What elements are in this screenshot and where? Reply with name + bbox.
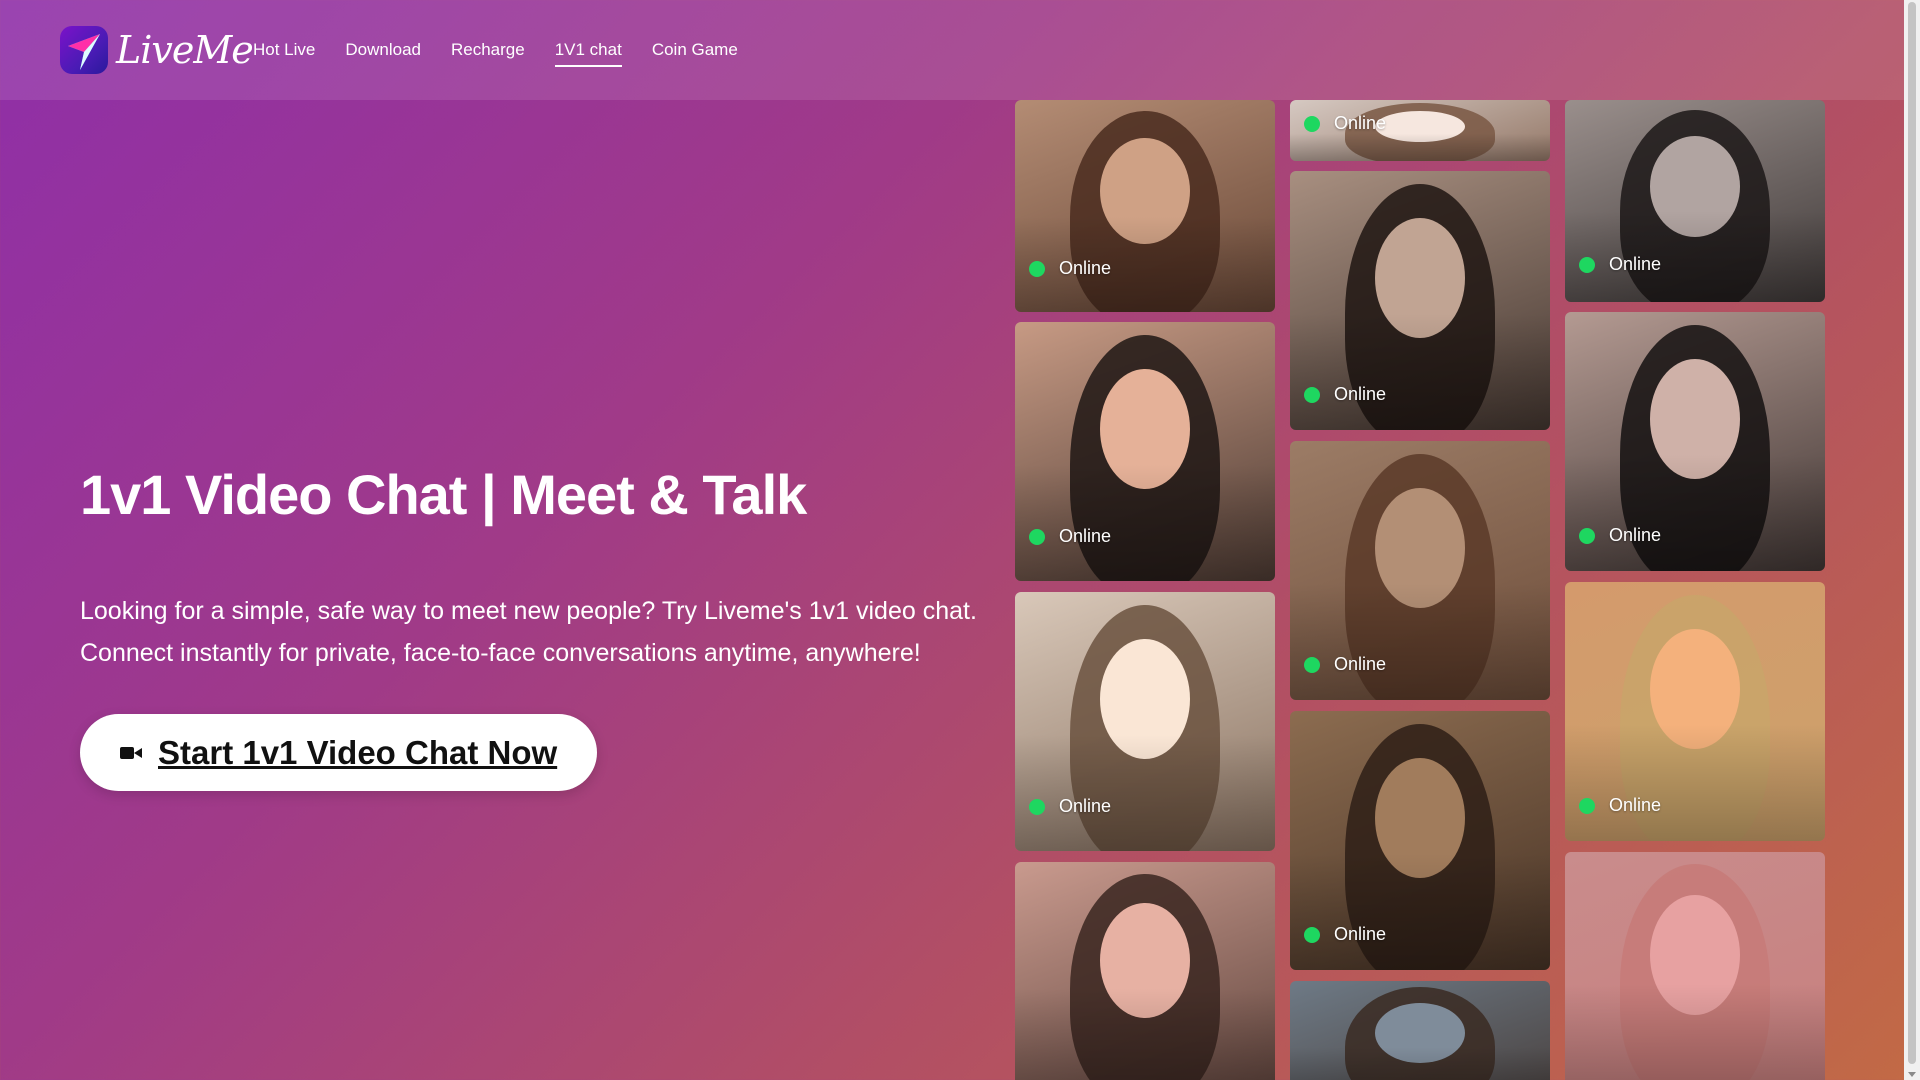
online-status: Online	[1304, 384, 1386, 405]
profile-card[interactable]: Online	[1290, 100, 1550, 161]
liveme-logo[interactable]: LiveMe	[60, 26, 254, 74]
online-status-label: Online	[1609, 795, 1662, 815]
profile-photo-overlay	[1290, 981, 1550, 1080]
page-scrollbar[interactable]	[1904, 0, 1920, 1080]
online-status: Online	[1304, 924, 1386, 945]
online-status-label: Online	[1059, 796, 1112, 816]
nav-item-recharge[interactable]: Recharge	[451, 40, 525, 60]
online-status-label: Online	[1609, 254, 1662, 274]
profile-card[interactable]: Online	[1565, 312, 1825, 571]
online-status: Online	[1029, 526, 1111, 547]
profile-grid: Online Online Online Online Online Online Onl…	[0, 100, 1904, 1080]
online-dot-icon	[1304, 926, 1320, 943]
scrollbar-thumb[interactable]	[1908, 2, 1916, 1064]
online-status: Online	[1579, 795, 1661, 816]
profile-card[interactable]: Online	[1565, 100, 1825, 302]
main-nav: Hot Live Download Recharge 1V1 chat Coin…	[253, 0, 768, 100]
profile-card[interactable]	[1290, 981, 1550, 1080]
online-status: Online	[1579, 254, 1661, 275]
profile-card[interactable]	[1015, 862, 1275, 1080]
nav-item-coin-game[interactable]: Coin Game	[652, 40, 738, 60]
nav-item-1v1-chat[interactable]: 1V1 chat	[554, 40, 622, 67]
online-status: Online	[1029, 796, 1111, 817]
online-dot-icon	[1029, 528, 1045, 545]
nav-item-hot-live[interactable]: Hot Live	[253, 40, 315, 60]
online-status-label: Online	[1059, 526, 1112, 546]
online-status-label: Online	[1334, 113, 1387, 133]
online-dot-icon	[1029, 260, 1045, 277]
online-dot-icon	[1579, 256, 1595, 273]
online-dot-icon	[1304, 386, 1320, 403]
online-status: Online	[1579, 525, 1661, 546]
online-dot-icon	[1579, 797, 1595, 814]
scroll-down-arrow-icon[interactable]	[1908, 1072, 1916, 1077]
online-status-label: Online	[1059, 258, 1112, 278]
nav-item-download[interactable]: Download	[345, 40, 421, 60]
online-status-label: Online	[1334, 384, 1387, 404]
online-status: Online	[1304, 654, 1386, 675]
online-status-label: Online	[1334, 654, 1387, 674]
profile-card[interactable]: Online	[1015, 592, 1275, 851]
online-dot-icon	[1304, 656, 1320, 673]
profile-card[interactable]	[1565, 852, 1825, 1080]
profile-card[interactable]: Online	[1290, 711, 1550, 970]
profile-card[interactable]: Online	[1290, 441, 1550, 700]
profile-photo-overlay	[1015, 100, 1275, 312]
profile-card[interactable]: Online	[1565, 582, 1825, 841]
online-status: Online	[1029, 258, 1111, 279]
online-dot-icon	[1029, 798, 1045, 815]
online-dot-icon	[1579, 527, 1595, 544]
profile-photo-overlay	[1015, 862, 1275, 1080]
profile-card[interactable]: Online	[1290, 171, 1550, 430]
online-dot-icon	[1304, 115, 1320, 132]
liveme-logo-icon	[60, 26, 108, 74]
profile-card[interactable]: Online	[1015, 100, 1275, 312]
online-status-label: Online	[1334, 924, 1387, 944]
profile-photo-overlay	[1565, 852, 1825, 1080]
profile-card[interactable]: Online	[1015, 322, 1275, 581]
brand-name: LiveMe	[116, 28, 254, 72]
online-status-label: Online	[1609, 525, 1662, 545]
top-navigation-bar: LiveMe Hot Live Download Recharge 1V1 ch…	[0, 0, 1904, 100]
online-status: Online	[1304, 113, 1386, 134]
